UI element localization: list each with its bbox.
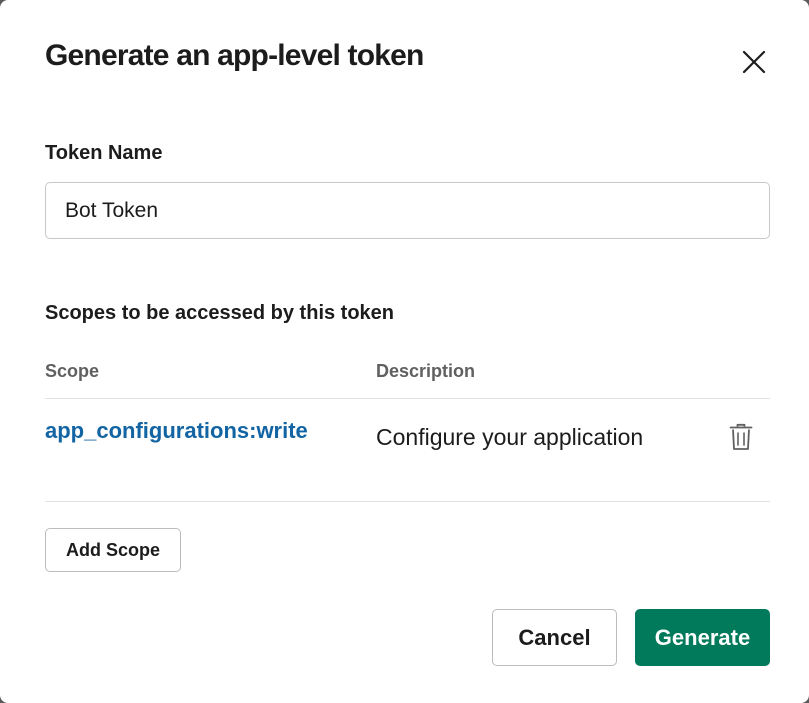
remove-scope-button[interactable] xyxy=(726,421,756,453)
scope-description: Configure your application xyxy=(376,424,644,450)
description-column-header: Description xyxy=(376,361,476,381)
token-name-input[interactable] xyxy=(45,182,770,239)
close-button[interactable] xyxy=(736,44,772,80)
scope-link[interactable]: app_configurations:write xyxy=(45,417,308,445)
table-divider xyxy=(45,398,770,399)
table-divider xyxy=(45,501,770,502)
generate-button[interactable]: Generate xyxy=(635,609,770,666)
dialog-title: Generate an app-level token xyxy=(45,39,424,72)
cancel-button[interactable]: Cancel xyxy=(492,609,617,666)
token-name-label: Token Name xyxy=(45,142,163,164)
scope-column-header: Scope xyxy=(45,361,100,381)
scopes-heading: Scopes to be accessed by this token xyxy=(45,302,395,324)
close-icon xyxy=(742,50,766,74)
trash-icon xyxy=(729,423,753,450)
add-scope-button[interactable]: Add Scope xyxy=(45,528,181,572)
generate-token-dialog: Generate an app-level token Token Name S… xyxy=(0,0,809,703)
